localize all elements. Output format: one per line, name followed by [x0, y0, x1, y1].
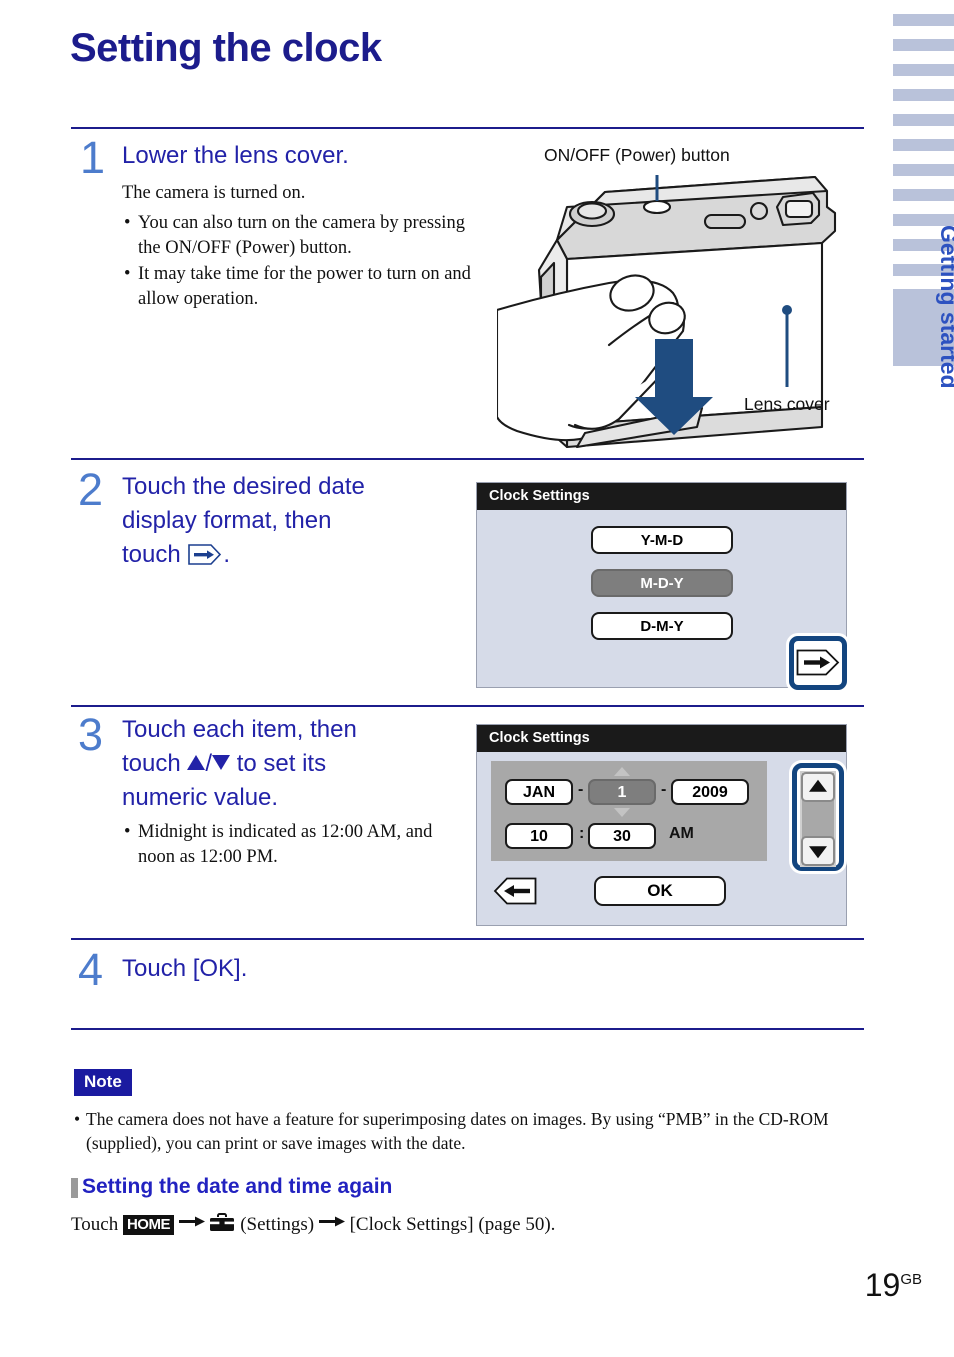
step3-heading-line1: Touch each item, then	[122, 716, 357, 743]
step-body-3: Midnight is indicated as 12:00 AM, and n…	[122, 820, 472, 870]
sidebar-tab-mark	[893, 114, 954, 126]
note-bullet: The camera does not have a feature for s…	[72, 1107, 867, 1155]
lcd-title-bar: Clock Settings	[477, 725, 846, 752]
subsection-heading: Setting the date and time again	[82, 1175, 393, 1198]
triangle-down-icon	[614, 808, 630, 817]
step-heading-3: Touch each item, then touch / to set its…	[122, 713, 472, 815]
date-format-option-ymd[interactable]: Y-M-D	[591, 526, 733, 554]
subsection-text-part2: (Settings)	[240, 1214, 315, 1235]
date-format-option-dmy[interactable]: D-M-Y	[591, 612, 733, 640]
step3-heading-line2: touch / to set its	[122, 747, 472, 781]
updown-key-panel	[800, 771, 836, 867]
step2-heading-line1: Touch the desired date	[122, 473, 365, 500]
callout-lens-cover: Lens cover	[744, 394, 830, 414]
sidebar-tab-mark	[893, 189, 954, 201]
page-title: Setting the clock	[70, 26, 382, 70]
hour-field[interactable]: 10	[505, 823, 573, 849]
step-heading-4: Touch [OK].	[122, 955, 248, 982]
scroll-down-button[interactable]	[801, 836, 835, 866]
step3-heading-line2-pre: touch	[122, 750, 181, 778]
step-heading-2: Touch the desired date display format, t…	[122, 470, 462, 572]
back-button[interactable]	[493, 877, 537, 905]
lcd-title-bar: Clock Settings	[477, 483, 846, 510]
step3-heading-line3: numeric value.	[122, 784, 279, 812]
subsection-marker	[71, 1178, 78, 1198]
section-divider	[71, 705, 864, 707]
triangle-down-icon	[809, 846, 827, 859]
sidebar-tab-mark	[893, 164, 954, 176]
time-separator: :	[579, 825, 585, 842]
ok-button[interactable]: OK	[594, 876, 726, 906]
step1-lead-text: The camera is turned on.	[122, 183, 306, 203]
step-body-1: The camera is turned on. You can also tu…	[122, 181, 482, 312]
section-divider	[71, 938, 864, 940]
settings-toolbox-icon	[209, 1212, 235, 1233]
triangle-up-icon	[187, 755, 206, 771]
step-number-1: 1	[80, 132, 106, 183]
subsection-text: Touch HOME (Settings) [Clock Settings] (…	[71, 1212, 555, 1236]
datetime-field-panel: JAN - 1 - 2009 10 : 30 AM	[491, 761, 767, 861]
triangle-down-icon	[212, 755, 231, 771]
triangle-up-icon	[809, 779, 827, 792]
step3-heading-line2-post: to set its	[236, 750, 327, 778]
step1-bullet: You can also turn on the camera by press…	[122, 211, 482, 261]
ampm-label: AM	[669, 825, 694, 842]
step2-heading-line3: touch .	[122, 538, 462, 572]
step2-heading-line3-post: .	[223, 541, 231, 569]
chapter-tab-sidebar: Getting started	[880, 0, 954, 1357]
scroll-up-button[interactable]	[801, 772, 835, 802]
sidebar-tab-mark	[893, 89, 954, 101]
page-number: 19GB	[865, 1267, 922, 1304]
step3-bullet: Midnight is indicated as 12:00 AM, and n…	[122, 820, 472, 870]
year-field[interactable]: 2009	[671, 779, 749, 805]
page-number-value: 19	[864, 1267, 901, 1303]
step-heading-1: Lower the lens cover.	[122, 142, 349, 169]
month-field[interactable]: JAN	[505, 779, 573, 805]
section-divider	[71, 1028, 864, 1030]
sidebar-tab-mark	[893, 39, 954, 51]
next-button-highlight[interactable]	[789, 636, 847, 690]
subsection-text-part3: [Clock Settings] (page 50).	[349, 1214, 556, 1235]
sidebar-chapter-label: Getting started	[936, 225, 954, 389]
step2-heading-line2: display format, then	[122, 507, 332, 535]
sidebar-tab-mark	[893, 64, 954, 76]
arrow-right-icon	[796, 649, 840, 676]
date-separator: -	[661, 781, 667, 798]
minute-field[interactable]: 30	[588, 823, 656, 849]
step-number-3: 3	[78, 709, 104, 760]
day-field[interactable]: 1	[588, 779, 656, 805]
subsection-text-part1: Touch	[71, 1214, 119, 1235]
arrow-right-icon	[188, 544, 222, 565]
date-format-option-mdy[interactable]: M-D-Y	[591, 569, 733, 597]
arrow-right-icon	[178, 1212, 205, 1234]
step1-bullet: It may take time for the power to turn o…	[122, 262, 482, 312]
callout-power-button: ON/OFF (Power) button	[544, 145, 730, 165]
sidebar-tab-mark	[893, 139, 954, 151]
section-divider	[71, 458, 864, 460]
page-number-suffix: GB	[900, 1271, 922, 1288]
updown-key-highlight[interactable]	[792, 763, 844, 871]
step-number-4: 4	[78, 944, 104, 995]
arrow-right-icon	[318, 1212, 345, 1234]
section-divider	[71, 127, 864, 129]
note-badge: Note	[74, 1069, 132, 1096]
triangle-up-icon	[614, 767, 630, 776]
step3-heading-slash: /	[205, 750, 213, 778]
step-number-2: 2	[78, 464, 104, 515]
sidebar-tab-mark	[893, 14, 954, 26]
date-separator: -	[578, 781, 584, 798]
note-text: The camera does not have a feature for s…	[72, 1107, 867, 1155]
step2-heading-line3-pre: touch	[122, 541, 181, 569]
home-button-icon: HOME	[122, 1215, 174, 1235]
